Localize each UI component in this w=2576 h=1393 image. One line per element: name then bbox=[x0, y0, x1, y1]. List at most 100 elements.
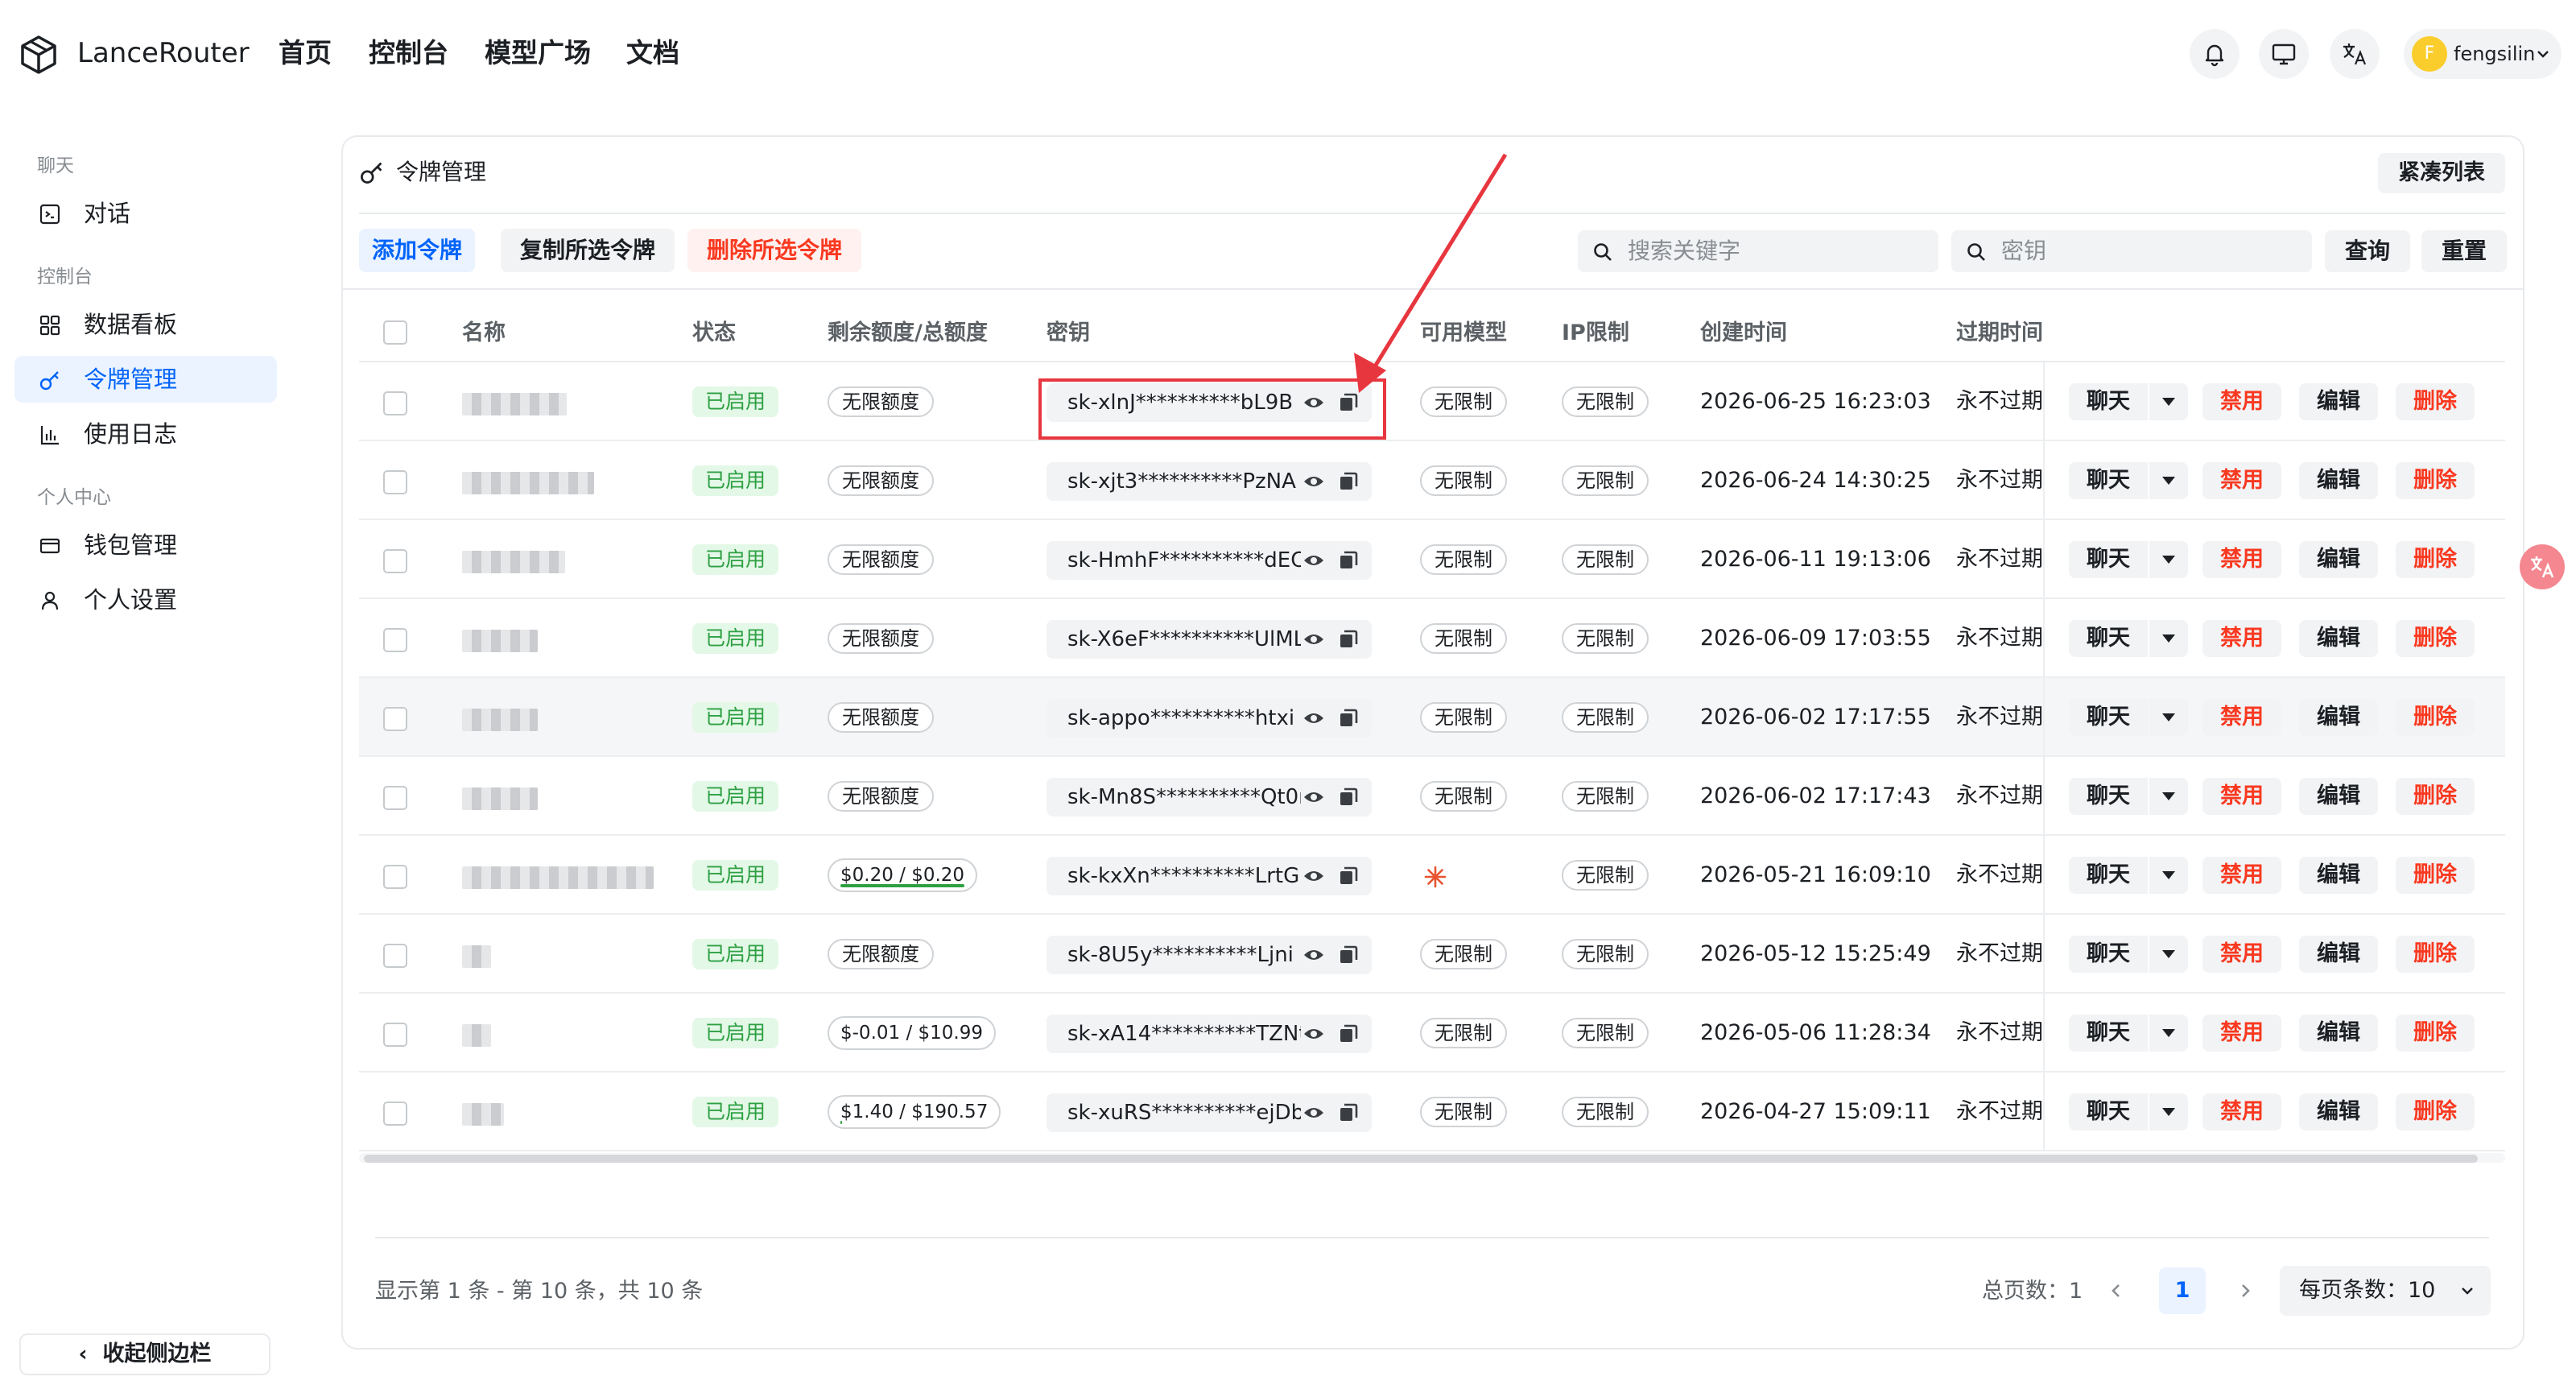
row-checkbox[interactable] bbox=[383, 470, 407, 494]
chat-button[interactable]: 聊天 bbox=[2069, 541, 2148, 578]
logo-icon[interactable] bbox=[18, 34, 60, 76]
delete-button[interactable]: 删除 bbox=[2396, 620, 2475, 657]
chat-dropdown-button[interactable] bbox=[2149, 778, 2188, 815]
row-checkbox[interactable] bbox=[383, 549, 407, 573]
edit-button[interactable]: 编辑 bbox=[2299, 936, 2378, 973]
row-checkbox[interactable] bbox=[383, 865, 407, 889]
page-size-select[interactable]: 每页条数：10 bbox=[2280, 1266, 2491, 1316]
disable-button[interactable]: 禁用 bbox=[2202, 383, 2281, 420]
eye-icon[interactable] bbox=[1302, 630, 1325, 649]
row-checkbox[interactable] bbox=[383, 1102, 407, 1126]
scrollbar-thumb[interactable] bbox=[364, 1155, 2478, 1163]
chat-button[interactable]: 聊天 bbox=[2069, 699, 2148, 736]
delete-button[interactable]: 删除 bbox=[2396, 541, 2475, 578]
eye-icon[interactable] bbox=[1302, 1103, 1325, 1122]
sidebar-item-tokens[interactable]: 令牌管理 bbox=[14, 356, 277, 403]
chevron-left-icon[interactable] bbox=[2107, 1282, 2125, 1300]
eye-icon[interactable] bbox=[1302, 551, 1325, 570]
delete-button[interactable]: 删除 bbox=[2396, 1015, 2475, 1052]
compact-list-button[interactable]: 紧凑列表 bbox=[2378, 153, 2505, 193]
copy-icon[interactable] bbox=[1338, 866, 1359, 887]
brand-name[interactable]: LanceRouter bbox=[77, 32, 250, 74]
reset-button[interactable]: 重置 bbox=[2421, 230, 2507, 272]
nav-home[interactable]: 首页 bbox=[279, 32, 332, 74]
sidebar-item-logs[interactable]: 使用日志 bbox=[14, 411, 277, 457]
edit-button[interactable]: 编辑 bbox=[2299, 1015, 2378, 1052]
edit-button[interactable]: 编辑 bbox=[2299, 699, 2378, 736]
disable-button[interactable]: 禁用 bbox=[2202, 778, 2281, 815]
row-checkbox[interactable] bbox=[383, 391, 407, 415]
delete-button[interactable]: 删除 bbox=[2396, 857, 2475, 894]
eye-icon[interactable] bbox=[1302, 945, 1325, 965]
chat-dropdown-button[interactable] bbox=[2149, 936, 2188, 973]
edit-button[interactable]: 编辑 bbox=[2299, 857, 2378, 894]
row-checkbox[interactable] bbox=[383, 944, 407, 968]
delete-button[interactable]: 删除 bbox=[2396, 1093, 2475, 1131]
chat-dropdown-button[interactable] bbox=[2149, 1015, 2188, 1052]
theme-button[interactable] bbox=[2259, 29, 2309, 79]
disable-button[interactable]: 禁用 bbox=[2202, 462, 2281, 499]
chat-dropdown-button[interactable] bbox=[2149, 383, 2188, 420]
edit-button[interactable]: 编辑 bbox=[2299, 778, 2378, 815]
chevron-right-icon[interactable] bbox=[2236, 1282, 2254, 1300]
row-checkbox[interactable] bbox=[383, 1023, 407, 1047]
edit-button[interactable]: 编辑 bbox=[2299, 462, 2378, 499]
chat-button[interactable]: 聊天 bbox=[2069, 778, 2148, 815]
delete-button[interactable]: 删除 bbox=[2396, 936, 2475, 973]
disable-button[interactable]: 禁用 bbox=[2202, 1093, 2281, 1131]
sidebar-item-chat[interactable]: 对话 bbox=[14, 190, 277, 237]
search-key-input[interactable]: 密钥 bbox=[1951, 230, 2312, 272]
disable-button[interactable]: 禁用 bbox=[2202, 857, 2281, 894]
nav-model-square[interactable]: 模型广场 bbox=[485, 32, 591, 74]
delete-selected-button[interactable]: 删除所选令牌 bbox=[687, 229, 861, 272]
chat-button[interactable]: 聊天 bbox=[2069, 383, 2148, 420]
row-checkbox[interactable] bbox=[383, 786, 407, 810]
language-button[interactable] bbox=[2330, 29, 2380, 79]
eye-icon[interactable] bbox=[1302, 709, 1325, 728]
collapse-sidebar-button[interactable]: ‹ 收起侧边栏 bbox=[19, 1333, 270, 1375]
col-created[interactable]: 创建时间 bbox=[1700, 312, 1787, 354]
row-checkbox[interactable] bbox=[383, 628, 407, 652]
edit-button[interactable]: 编辑 bbox=[2299, 383, 2378, 420]
col-expire[interactable]: 过期时间 bbox=[1956, 312, 2043, 354]
query-button[interactable]: 查询 bbox=[2325, 230, 2410, 272]
translate-widget[interactable] bbox=[2520, 544, 2565, 589]
disable-button[interactable]: 禁用 bbox=[2202, 541, 2281, 578]
chat-dropdown-button[interactable] bbox=[2149, 699, 2188, 736]
edit-button[interactable]: 编辑 bbox=[2299, 541, 2378, 578]
chat-button[interactable]: 聊天 bbox=[2069, 936, 2148, 973]
delete-button[interactable]: 删除 bbox=[2396, 699, 2475, 736]
chat-button[interactable]: 聊天 bbox=[2069, 1015, 2148, 1052]
col-models[interactable]: 可用模型 bbox=[1420, 312, 1507, 354]
col-status[interactable]: 状态 bbox=[692, 312, 736, 354]
disable-button[interactable]: 禁用 bbox=[2202, 620, 2281, 657]
col-ip[interactable]: IP限制 bbox=[1562, 312, 1629, 354]
notification-button[interactable] bbox=[2190, 29, 2240, 79]
chat-button[interactable]: 聊天 bbox=[2069, 1093, 2148, 1131]
sidebar-item-wallet[interactable]: 钱包管理 bbox=[14, 522, 277, 568]
chat-button[interactable]: 聊天 bbox=[2069, 620, 2148, 657]
edit-button[interactable]: 编辑 bbox=[2299, 1093, 2378, 1131]
copy-icon[interactable] bbox=[1338, 787, 1359, 808]
page-1-button[interactable]: 1 bbox=[2159, 1267, 2206, 1314]
copy-icon[interactable] bbox=[1338, 945, 1359, 965]
disable-button[interactable]: 禁用 bbox=[2202, 936, 2281, 973]
eye-icon[interactable] bbox=[1302, 787, 1325, 807]
eye-icon[interactable] bbox=[1302, 472, 1325, 491]
eye-icon[interactable] bbox=[1302, 866, 1325, 886]
delete-button[interactable]: 删除 bbox=[2396, 383, 2475, 420]
chat-dropdown-button[interactable] bbox=[2149, 857, 2188, 894]
copy-icon[interactable] bbox=[1338, 629, 1359, 650]
delete-button[interactable]: 删除 bbox=[2396, 462, 2475, 499]
edit-button[interactable]: 编辑 bbox=[2299, 620, 2378, 657]
copy-selected-button[interactable]: 复制所选令牌 bbox=[501, 229, 675, 272]
sidebar-item-dashboard[interactable]: 数据看板 bbox=[14, 301, 277, 348]
user-menu[interactable]: F fengsilin bbox=[2404, 29, 2562, 79]
chat-dropdown-button[interactable] bbox=[2149, 462, 2188, 499]
copy-icon[interactable] bbox=[1338, 1023, 1359, 1044]
copy-icon[interactable] bbox=[1338, 708, 1359, 729]
delete-button[interactable]: 删除 bbox=[2396, 778, 2475, 815]
select-all-checkbox[interactable] bbox=[383, 320, 407, 345]
nav-console[interactable]: 控制台 bbox=[369, 32, 448, 74]
copy-icon[interactable] bbox=[1338, 1102, 1359, 1123]
